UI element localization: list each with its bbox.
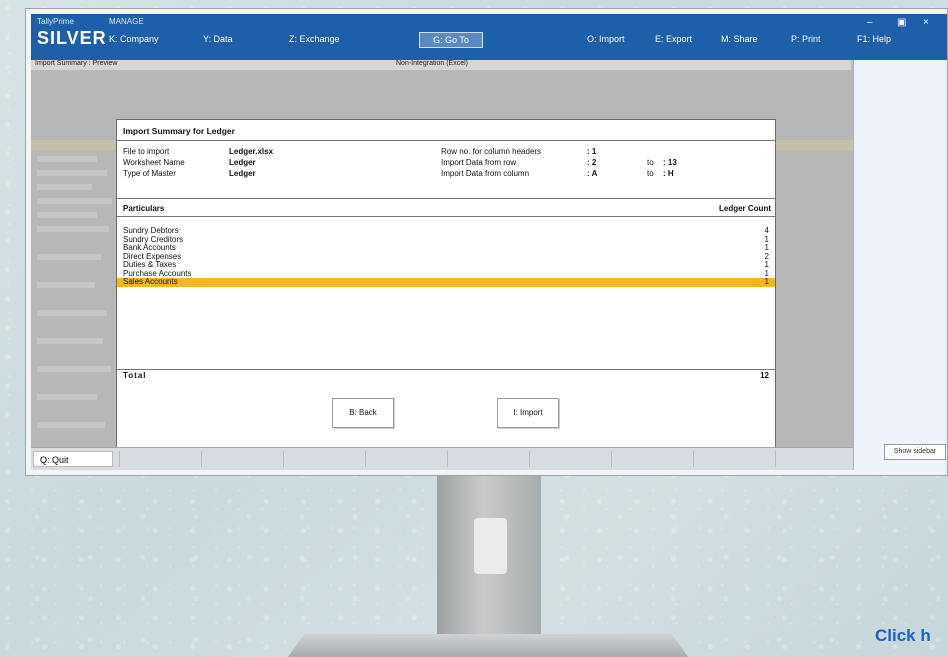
- file-value: Ledger.xlsx: [229, 147, 274, 156]
- col-label: Import Data from column: [441, 169, 530, 178]
- list-item[interactable]: Duties & Taxes 1: [117, 260, 775, 270]
- ledger-count-header: Ledger Count: [719, 204, 771, 213]
- button-slot: [119, 451, 200, 467]
- background-row: [37, 394, 97, 400]
- col-to: : H: [663, 169, 674, 178]
- monitor-frame: TallyPrime SILVER MANAGE K: Company Y: D…: [25, 8, 948, 476]
- menu-share[interactable]: M: Share: [721, 34, 758, 44]
- background-row: [37, 156, 97, 162]
- list-item[interactable]: Purchase Accounts 1: [117, 269, 775, 279]
- ledger-count: 1: [764, 277, 769, 286]
- button-slot: [365, 451, 446, 467]
- back-button[interactable]: B: Back: [332, 398, 394, 428]
- total-label: Total: [123, 371, 147, 380]
- total-value: 12: [760, 371, 769, 380]
- list-item[interactable]: Sundry Debtors 4: [117, 226, 775, 236]
- stand-cable-slot: [474, 518, 507, 574]
- background-row: [37, 310, 107, 316]
- menu-exchange[interactable]: Z: Exchange: [289, 34, 340, 44]
- sub-bar: Import Summary : Preview Non-Integration…: [31, 60, 851, 70]
- total-row: Total 12: [123, 371, 769, 380]
- menu-print[interactable]: P: Print: [791, 34, 821, 44]
- menu-help[interactable]: F1: Help: [857, 34, 891, 44]
- button-slot: [283, 451, 364, 467]
- divider: [117, 140, 775, 141]
- background-row: [37, 170, 107, 176]
- right-button-panel: Show sidebar: [853, 60, 947, 470]
- worksheet-label: Worksheet Name: [123, 158, 185, 167]
- import-button[interactable]: I: Import: [497, 398, 559, 428]
- background-row: [37, 184, 92, 190]
- menu-data[interactable]: Y: Data: [203, 34, 233, 44]
- group-name: Sales Accounts: [123, 277, 178, 286]
- brand-name: TallyPrime: [37, 17, 74, 26]
- manage-label: MANAGE: [109, 17, 144, 26]
- quit-button[interactable]: Q: Quit: [33, 451, 113, 467]
- background-row: [37, 254, 101, 260]
- header-row-label: Row no. for column headers: [441, 147, 542, 156]
- button-slot: [611, 451, 692, 467]
- close-icon[interactable]: ×: [923, 17, 929, 28]
- worksheet-value: Ledger: [229, 158, 256, 167]
- col-to-label: to: [647, 169, 654, 178]
- menu-export[interactable]: E: Export: [655, 34, 692, 44]
- header-row-value: : 1: [587, 147, 597, 156]
- ledger-group-list: Sundry Debtors 4 Sundry Creditors 1 Bank Acc…: [117, 226, 775, 287]
- background-row: [37, 422, 105, 428]
- click-here-link[interactable]: Click h: [875, 626, 931, 646]
- screen: TallyPrime SILVER MANAGE K: Company Y: D…: [31, 14, 947, 470]
- top-bar: TallyPrime SILVER MANAGE K: Company Y: D…: [31, 14, 947, 60]
- button-slot: [447, 451, 528, 467]
- menu-goto[interactable]: G: Go To: [419, 32, 483, 48]
- divider: [117, 198, 775, 199]
- bottom-button-bar: Q: Quit: [31, 447, 853, 470]
- mode-title: Non-Integration (Excel): [396, 60, 468, 67]
- list-item[interactable]: Bank Accounts 1: [117, 243, 775, 253]
- button-slot: [775, 451, 852, 467]
- show-sidebar-button[interactable]: Show sidebar: [884, 444, 946, 460]
- col-from: : A: [587, 169, 598, 178]
- background-row: [37, 198, 112, 204]
- maximize-icon[interactable]: ▣: [897, 17, 906, 28]
- background-row: [37, 226, 109, 232]
- background-row: [37, 282, 95, 288]
- list-item[interactable]: Sundry Creditors 1: [117, 235, 775, 245]
- background-row: [37, 366, 111, 372]
- button-slot: [201, 451, 282, 467]
- list-item[interactable]: Sales Accounts 1: [117, 277, 775, 287]
- screen-title: Import Summary : Preview: [35, 60, 118, 67]
- row-from: : 2: [587, 158, 597, 167]
- row-label: Import Data from row: [441, 158, 517, 167]
- file-label: File to import: [123, 147, 170, 156]
- row-to-label: to: [647, 158, 654, 167]
- master-label: Type of Master: [123, 169, 176, 178]
- menu-company[interactable]: K: Company: [109, 34, 159, 44]
- brand-edition: SILVER: [37, 28, 107, 48]
- master-value: Ledger: [229, 169, 256, 178]
- button-slot: [529, 451, 610, 467]
- background-row: [37, 212, 97, 218]
- particulars-header: Particulars: [123, 204, 165, 213]
- menu-import[interactable]: O: Import: [587, 34, 625, 44]
- import-summary-dialog: Import Summary for Ledger File to import…: [116, 119, 776, 448]
- divider: [117, 369, 775, 370]
- background-row: [37, 338, 103, 344]
- divider: [117, 216, 775, 217]
- minimize-icon[interactable]: –: [867, 17, 873, 28]
- list-item[interactable]: Direct Expenses 2: [117, 252, 775, 262]
- button-slot: [693, 451, 774, 467]
- dialog-title: Import Summary for Ledger: [123, 126, 235, 136]
- monitor-base: [288, 634, 688, 657]
- row-to: : 13: [663, 158, 677, 167]
